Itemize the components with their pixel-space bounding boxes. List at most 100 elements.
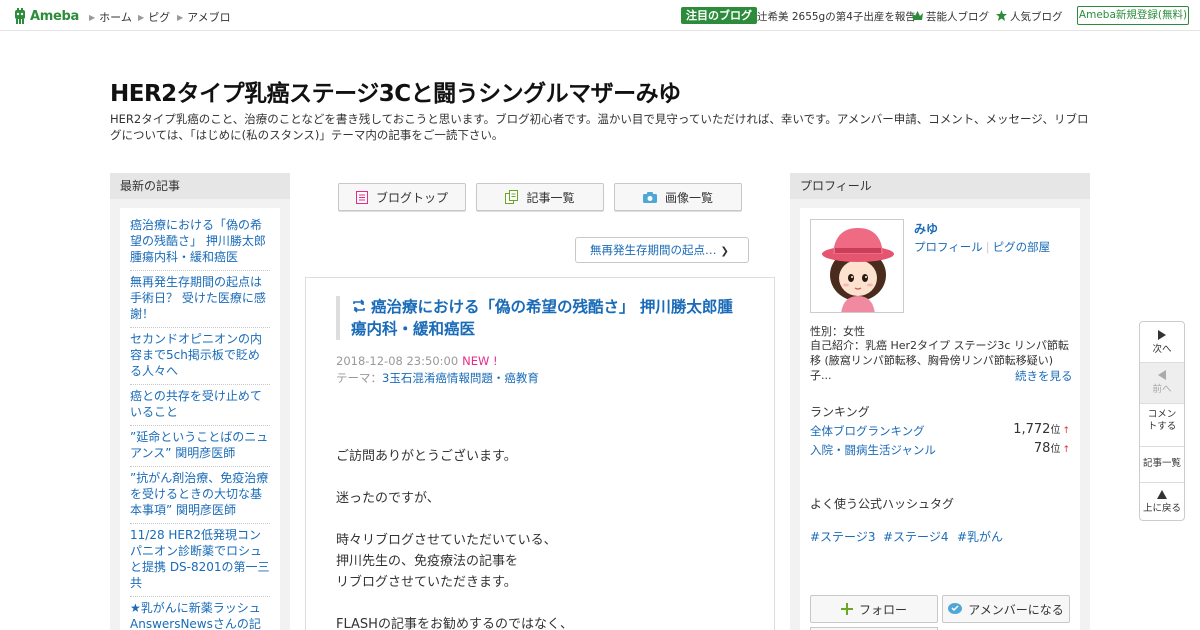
- next-entry-link[interactable]: 無再発生存期間の起点… ❯: [575, 237, 749, 263]
- theme-link[interactable]: 3玉石混淆癌情報問題・癌教育: [382, 371, 539, 385]
- recent-entries-heading: 最新の記事: [110, 173, 290, 199]
- blog-description: HER2タイプ乳癌のこと、治療のことなどを書き残しておこうと思います。ブログ初心…: [110, 112, 1089, 142]
- recent-entry-link[interactable]: ★乳がんに新薬ラッシュ AnswersNewsさんの記事より: [130, 597, 270, 630]
- floating-nav: 次へ 前へ コメントする 記事一覧 上に戻る: [1139, 321, 1185, 521]
- next-entry-label: 無再発生存期間の起点…: [590, 243, 717, 257]
- ranking-unit: 位: [1050, 444, 1061, 455]
- blog-title[interactable]: HER2タイプ乳癌ステージ3Cと闘うシングルマザーみゆ: [110, 74, 681, 108]
- article-date-text: 2018-12-08 23:50:00: [336, 354, 459, 368]
- recent-entries-list: 癌治療における「偽の希望の残酷さ」 押川勝太郎腫瘍内科・緩和癌医 無再発生存期間…: [120, 208, 280, 630]
- tab-blog-top[interactable]: ブログトップ: [338, 183, 466, 211]
- ranking-row: 入院・闘病生活ジャンル 78位 ↑: [810, 440, 1070, 458]
- play-back-icon: [1158, 370, 1166, 380]
- recent-entry-link[interactable]: ”延命ということばのニュアンス” 関明彦医師: [130, 426, 270, 467]
- article-body-line: FLASHの記事をお勧めするのではなく、: [336, 617, 573, 630]
- article-title-link[interactable]: 癌治療における「偽の希望の残酷さ」 押川勝太郎腫瘍内科・緩和癌医: [351, 296, 746, 340]
- ranking-label-link[interactable]: 入院・闘病生活ジャンル: [810, 443, 936, 457]
- recent-entry-link[interactable]: 癌との共存を受け止めていること: [130, 385, 270, 426]
- arrow-up-icon: [1157, 490, 1167, 499]
- ranking-value: 1,772位 ↑: [1013, 421, 1070, 437]
- article-body-line: ご訪問ありがとうございます。: [336, 449, 517, 464]
- article: 癌治療における「偽の希望の残酷さ」 押川勝太郎腫瘍内科・緩和癌医 2018-12…: [305, 277, 775, 630]
- article-body-line: リブログさせていただきます。: [336, 575, 517, 590]
- nav-ameblo[interactable]: ▶ アメブロ: [177, 9, 231, 25]
- profile-links: プロフィール | ピグの部屋: [914, 239, 1050, 255]
- popular-blog-link[interactable]: 人気ブログ: [996, 9, 1063, 24]
- back-to-top-label: 上に戻る: [1142, 503, 1181, 514]
- chevron-right-icon: ▶: [177, 13, 184, 22]
- prev-label: 前へ: [1152, 384, 1172, 395]
- ranking-heading: ランキング: [810, 405, 870, 419]
- play-icon: [1158, 330, 1166, 340]
- divider: |: [985, 240, 990, 254]
- amember-icon: [948, 603, 963, 614]
- amember-label: アメンバーになる: [968, 602, 1064, 617]
- new-badge: NEW !: [462, 354, 498, 368]
- ameba-logo[interactable]: Ameba: [13, 6, 79, 26]
- back-to-top-button[interactable]: 上に戻る: [1140, 483, 1184, 520]
- recent-entry-link[interactable]: 11/28 HER2低発現コンパニオン診断薬でロシュと提携 DS-8201の第一…: [130, 524, 270, 597]
- camera-icon: [642, 191, 657, 203]
- follow-button[interactable]: フォロー: [810, 595, 938, 623]
- prev-button[interactable]: 前へ: [1140, 363, 1184, 403]
- ranking-number: 78: [1033, 441, 1051, 456]
- hashtag-link[interactable]: #ステージ3: [810, 528, 875, 545]
- nav-pigg[interactable]: ▶ ピグ: [138, 9, 170, 25]
- star-icon: [996, 10, 1007, 21]
- nav-home[interactable]: ▶ ホーム: [89, 9, 132, 25]
- tab-image-list-label: 画像一覧: [664, 190, 713, 205]
- article-date: 2018-12-08 23:50:00 NEW !: [336, 354, 498, 368]
- amember-button[interactable]: アメンバーになる: [942, 595, 1070, 623]
- tab-entry-list-label: 記事一覧: [526, 190, 575, 205]
- chevron-right-icon: ▶: [138, 13, 145, 22]
- read-more-link[interactable]: 続きを見る: [1015, 368, 1073, 384]
- tab-blog-top-label: ブログトップ: [375, 190, 448, 205]
- article-title-text: 癌治療における「偽の希望の残酷さ」 押川勝太郎腫瘍内科・緩和癌医: [351, 298, 733, 338]
- comment-button[interactable]: コメントする: [1140, 404, 1184, 446]
- register-button[interactable]: Ameba新規登録(無料): [1077, 6, 1189, 25]
- document-icon: [355, 190, 368, 204]
- global-header: Ameba ▶ ホーム ▶ ピグ ▶ アメブロ 注目のブログ 辻希美 2655gの第4…: [0, 0, 1200, 31]
- pickup-link[interactable]: 辻希美 2655gの第4子出産を報告: [757, 9, 916, 24]
- profile-name-link[interactable]: みゆ: [914, 220, 938, 237]
- plus-icon: [840, 603, 853, 615]
- hashtag-link[interactable]: #ステージ4: [883, 528, 948, 545]
- recent-entry-link[interactable]: 癌治療における「偽の希望の残酷さ」 押川勝太郎腫瘍内科・緩和癌医: [130, 214, 270, 271]
- recent-entry-link[interactable]: セカンドオピニオンの内容まで5ch掲示板で貶める人々へ: [130, 328, 270, 385]
- arrow-up-icon: ↑: [1062, 445, 1070, 455]
- avatar-image: [822, 228, 894, 312]
- recent-entries-panel: 癌治療における「偽の希望の残酷さ」 押川勝太郎腫瘍内科・緩和癌医 無再発生存期間…: [110, 199, 290, 630]
- ranking-unit: 位: [1050, 425, 1061, 436]
- celebrity-blog-link[interactable]: 芸能人ブログ: [912, 9, 989, 24]
- article-body-line: 迷ったのですが、: [336, 491, 440, 506]
- crown-icon: [912, 11, 923, 20]
- follow-label: フォロー: [858, 602, 907, 617]
- recent-entry-link[interactable]: 無再発生存期間の起点は手術日？ 受けた医療に感謝！: [130, 271, 270, 328]
- ranking-row: 全体ブログランキング 1,772位 ↑: [810, 421, 1070, 439]
- avatar[interactable]: [810, 219, 904, 313]
- logo-text: Ameba: [30, 8, 80, 24]
- tab-entry-list[interactable]: 記事一覧: [476, 183, 604, 211]
- article-title-block: 癌治療における「偽の希望の残酷さ」 押川勝太郎腫瘍内科・緩和癌医: [336, 296, 746, 340]
- nav-home-label: ホーム: [99, 11, 132, 24]
- reblog-icon: [353, 299, 365, 313]
- pigg-room-link[interactable]: ピグの部屋: [993, 240, 1051, 254]
- entry-list-button[interactable]: 記事一覧: [1140, 447, 1184, 482]
- ranking-label-link[interactable]: 全体ブログランキング: [810, 424, 925, 438]
- comment-label: コメントする: [1147, 409, 1177, 432]
- ranking-value: 78位 ↑: [1034, 440, 1070, 456]
- article-body-line: 押川先生の、免疫療法の記事を: [336, 554, 519, 569]
- hashtag-link[interactable]: #乳がん: [957, 528, 1003, 545]
- profile-link[interactable]: プロフィール: [914, 240, 983, 254]
- article-theme: テーマ：3玉石混淆癌情報問題・癌教育: [336, 370, 539, 386]
- profile-gender: 性別：女性: [810, 325, 865, 338]
- ranking-number: 1,772: [1013, 422, 1051, 437]
- theme-label: テーマ：: [336, 371, 382, 385]
- recent-entry-link[interactable]: ”抗がん剤治療、免疫治療を受けるときの大切な基本事項” 関明彦医師: [130, 467, 270, 524]
- arrow-up-icon: ↑: [1062, 426, 1070, 436]
- article-body-line: 時々リブログさせていただいている、: [336, 533, 557, 548]
- next-button[interactable]: 次へ: [1140, 322, 1184, 362]
- celebrity-blog-label: 芸能人ブログ: [926, 11, 989, 23]
- tab-image-list[interactable]: 画像一覧: [614, 183, 742, 211]
- pickup-badge: 注目のブログ: [681, 7, 757, 24]
